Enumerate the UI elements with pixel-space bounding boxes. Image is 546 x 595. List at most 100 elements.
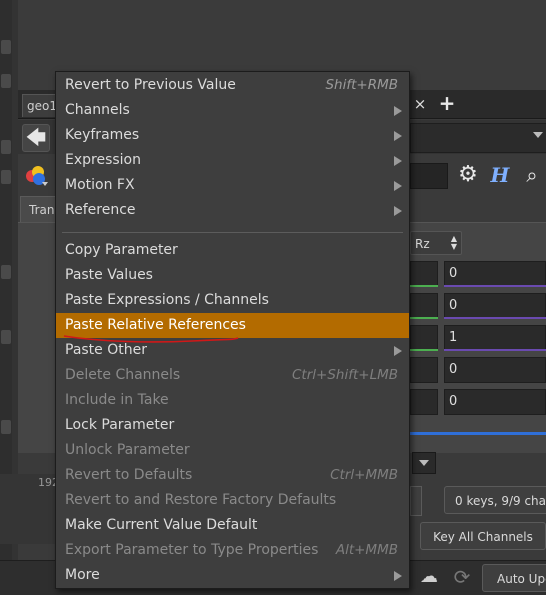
brain-icon[interactable]: ☁ (416, 566, 442, 588)
menu-item-channels[interactable]: Channels (56, 98, 409, 123)
submenu-arrow-icon (394, 571, 402, 581)
node-name-field[interactable] (410, 163, 448, 189)
menu-item-shortcut: Alt+MMB (335, 542, 398, 558)
gear-icon[interactable]: ⚙ (454, 162, 482, 188)
channel-filter-dropdown[interactable] (412, 452, 436, 474)
menu-item-lock-parameter[interactable]: Lock Parameter (56, 413, 409, 438)
shelf-tool-icon[interactable] (1, 420, 11, 434)
menu-item-keyframes[interactable]: Keyframes (56, 123, 409, 148)
close-tab-icon[interactable]: × (412, 95, 428, 113)
up-down-arrows-icon: ▲ ▼ (450, 234, 457, 251)
chevron-down-icon (419, 460, 429, 466)
menu-item-label: Copy Parameter (65, 242, 178, 258)
submenu-arrow-icon (394, 131, 402, 141)
menu-item-label: More (65, 567, 100, 583)
tab-transform[interactable]: Tran (20, 196, 60, 222)
shelf-tool-icon[interactable] (1, 170, 11, 184)
menu-item-unlock-parameter: Unlock Parameter (56, 438, 409, 463)
menu-item-label: Expression (65, 152, 141, 168)
submenu-arrow-icon (394, 181, 402, 191)
shelf-tool-icon[interactable] (1, 40, 11, 54)
parameter-slot[interactable] (410, 261, 438, 287)
channel-indicator (410, 317, 438, 319)
parameter-value-field[interactable]: 0 (444, 389, 546, 415)
menu-item-label: Include in Take (65, 392, 169, 408)
menu-item-shortcut: Ctrl+MMB (330, 467, 398, 483)
parameter-row: 0 (410, 389, 546, 415)
menu-item-label: Motion FX (65, 177, 135, 193)
menu-item-reference[interactable]: Reference (56, 198, 409, 223)
parameter-row: 0 (410, 261, 546, 287)
menu-item-label: Keyframes (65, 127, 140, 143)
menu-item-shortcut: Shift+RMB (325, 77, 398, 93)
menu-item-revert-to-and-restore-factory-defaults: Revert to and Restore Factory Defaults (56, 488, 409, 513)
menu-item-revert-to-defaults: Revert to Defaults Ctrl+MMB (56, 463, 409, 488)
menu-item-expression[interactable]: Expression (56, 148, 409, 173)
menu-item-paste-values[interactable]: Paste Values (56, 263, 409, 288)
channel-indicator (410, 349, 438, 351)
menu-item-export-parameter-to-type-properties: Export Parameter to Type Properties Alt+M… (56, 538, 409, 563)
menu-item-label: Paste Values (65, 267, 153, 283)
menu-item-include-in-take: Include in Take (56, 388, 409, 413)
parameter-slot[interactable] (410, 389, 438, 415)
search-icon[interactable]: ⌕ (518, 162, 546, 188)
back-arrow-icon[interactable]: 🡄 (22, 124, 50, 152)
timeline-scrubber-line (410, 432, 546, 435)
shelf-tool-icon[interactable] (1, 140, 11, 154)
menu-item-make-current-value-default[interactable]: Make Current Value Default (56, 513, 409, 538)
menu-item-label: Paste Expressions / Channels (65, 292, 269, 308)
menu-item-label: Make Current Value Default (65, 517, 258, 533)
parameter-context-menu: Revert to Previous Value Shift+RMB Channel… (55, 71, 410, 589)
submenu-arrow-icon (394, 346, 402, 356)
shelf-tool-icon[interactable] (1, 265, 11, 279)
menu-item-label: Revert to and Restore Factory Defaults (65, 492, 337, 508)
menu-item-revert-to-previous-value[interactable]: Revert to Previous Value Shift+RMB (56, 73, 409, 98)
parameter-row: 1 (410, 325, 546, 351)
menu-item-label: Revert to Defaults (65, 467, 193, 483)
channel-indicator (444, 349, 546, 351)
submenu-arrow-icon (394, 206, 402, 216)
rotate-order-value: Rz (415, 237, 430, 251)
menu-item-label: Unlock Parameter (65, 442, 190, 458)
channel-indicator (444, 317, 546, 319)
menu-item-paste-expressions-channels[interactable]: Paste Expressions / Channels (56, 288, 409, 313)
shelf-tool-icon[interactable] (1, 74, 11, 88)
add-tab-icon[interactable]: + (438, 93, 456, 113)
menu-item-more[interactable]: More (56, 563, 409, 588)
menu-item-label: Lock Parameter (65, 417, 175, 433)
menu-item-label: Reference (65, 202, 136, 218)
menu-item-label: Export Parameter to Type Properties (65, 542, 319, 558)
channel-indicator (410, 285, 438, 287)
parameter-value-field[interactable]: 0 (444, 357, 546, 383)
parameter-row: 0 (410, 357, 546, 383)
submenu-arrow-icon (394, 156, 402, 166)
menu-item-shortcut: Ctrl+Shift+LMB (292, 367, 398, 383)
submenu-arrow-icon (394, 106, 402, 116)
parameter-value-field[interactable]: 0 (444, 293, 546, 319)
rotate-order-menu[interactable]: Rz ▲ ▼ (410, 231, 462, 255)
menu-item-motion-fx[interactable]: Motion FX (56, 173, 409, 198)
parameter-slot[interactable] (410, 293, 438, 319)
parameter-row: 0 (410, 293, 546, 319)
parameter-value-field[interactable]: 1 (444, 325, 546, 351)
chevron-down-icon (533, 132, 543, 138)
red-underline-annotation (63, 335, 239, 343)
key-all-channels-button[interactable]: Key All Channels (420, 522, 546, 550)
menu-item-label: Revert to Previous Value (65, 77, 236, 93)
menu-item-delete-channels: Delete Channels Ctrl+Shift+LMB (56, 363, 409, 388)
scope-button[interactable] (410, 486, 422, 516)
parameter-slot[interactable] (410, 357, 438, 383)
auto-update-button[interactable]: Auto Update (482, 564, 546, 592)
shelf-tool-icon[interactable] (1, 330, 11, 344)
keys-status-button[interactable]: 0 keys, 9/9 channels (444, 486, 546, 514)
node-color-icon[interactable] (24, 164, 48, 186)
menu-item-label: Delete Channels (65, 367, 181, 383)
channel-indicator (444, 285, 546, 287)
menu-separator (62, 232, 403, 233)
menu-item-copy-parameter[interactable]: Copy Parameter (56, 238, 409, 263)
parameter-slot[interactable] (410, 325, 438, 351)
parameter-value-field[interactable]: 0 (444, 261, 546, 287)
path-dropdown[interactable] (410, 123, 546, 153)
help-icon[interactable]: H (486, 162, 514, 188)
refresh-icon[interactable]: ⟳ (450, 566, 474, 588)
